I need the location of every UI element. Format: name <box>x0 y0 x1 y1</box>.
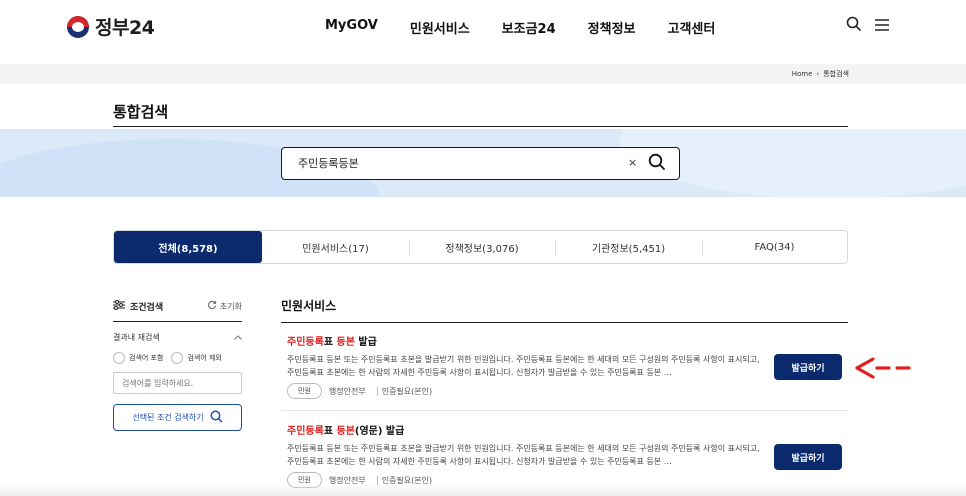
search-input[interactable] <box>298 156 598 169</box>
tab-policy-info[interactable]: 정책정보(3,076) <box>409 231 555 263</box>
result-item: 주민등록표 등본(영문) 발급 주민등록표 등본 또는 주민등록표 초본을 발급… <box>281 422 848 488</box>
divider <box>113 321 242 322</box>
reset-button[interactable]: 초기화 <box>207 300 242 312</box>
section-title: 민원서비스 <box>281 299 337 313</box>
page-title: 통합검색 <box>113 103 169 121</box>
refine-search-input[interactable] <box>113 372 242 394</box>
result-item: 주민등록표 등본 발급 주민등록표 등본 또는 주민등록표 초본을 발급받기 위… <box>281 333 848 399</box>
chevron-right-icon: › <box>816 70 820 78</box>
tab-civil-service[interactable]: 민원서비스(17) <box>262 231 409 263</box>
radio-exclude-label: 검색어 제외 <box>187 354 222 362</box>
breadcrumb-home[interactable]: Home <box>792 70 813 78</box>
reset-label: 초기화 <box>219 301 242 311</box>
nav-mygov[interactable]: MyGOV <box>325 18 378 37</box>
site-header: 정부24 MyGOV 민원서비스 보조금24 정책정보 고객센터 <box>0 0 966 56</box>
divider <box>376 386 378 396</box>
result-description: 주민등록표 등본 또는 주민등록표 초본을 발급받기 위한 민원입니다. 주민등… <box>287 444 760 466</box>
red-arrow-annotation-icon <box>853 356 915 384</box>
menu-icon[interactable] <box>874 17 890 36</box>
breadcrumb: Home › 통합검색 <box>792 69 849 79</box>
apply-filter-label: 선택된 조건 검색하기 <box>132 413 204 422</box>
issue-button[interactable]: 발급하기 <box>774 444 842 470</box>
search-button[interactable] <box>648 153 666 175</box>
radio-circle <box>113 352 125 364</box>
bottom-shadow <box>0 484 966 496</box>
logo-text: 정부24 <box>95 17 155 39</box>
search-icon <box>210 410 223 425</box>
issue-button[interactable]: 발급하기 <box>774 354 842 380</box>
search-icon <box>648 153 666 171</box>
divider <box>281 410 848 411</box>
result-title[interactable]: 주민등록표 등본(영문) 발급 <box>287 422 848 437</box>
refine-label: 결과내 재검색 <box>113 333 160 342</box>
result-auth-requirement: 인증필요(본인) <box>381 386 433 396</box>
tab-agency-info[interactable]: 기관정보(5,451) <box>555 231 702 263</box>
filter-sliders-icon <box>113 299 125 313</box>
result-tabs: 전체(8,578) 민원서비스(17) 정책정보(3,076) 기관정보(5,4… <box>113 230 848 264</box>
taegeuk-logo-icon <box>67 15 89 38</box>
category-badge: 민원 <box>287 383 322 399</box>
tab-all[interactable]: 전체(8,578) <box>114 231 262 263</box>
main-nav: MyGOV 민원서비스 보조금24 정책정보 고객센터 <box>325 18 715 37</box>
tab-faq[interactable]: FAQ(34) <box>702 231 847 263</box>
filter-title: 조건검색 <box>130 302 164 313</box>
nav-subsidy24[interactable]: 보조금24 <box>502 18 556 37</box>
radio-include-label: 검색어 포함 <box>129 354 164 362</box>
chevron-up-icon <box>234 333 242 342</box>
result-title[interactable]: 주민등록표 등본 발급 <box>287 333 848 348</box>
radio-include[interactable]: 검색어 포함 <box>113 352 163 364</box>
nav-civil-service[interactable]: 민원서비스 <box>410 18 470 37</box>
divider <box>281 322 848 323</box>
refresh-icon <box>207 300 217 312</box>
divider <box>113 126 848 127</box>
refine-section-toggle[interactable]: 결과내 재검색 <box>113 332 242 343</box>
apply-filter-button[interactable]: 선택된 조건 검색하기 <box>113 404 242 431</box>
radio-exclude[interactable]: 검색어 제외 <box>171 352 222 364</box>
nav-customer-center[interactable]: 고객센터 <box>668 18 716 37</box>
search-box: × <box>281 147 680 180</box>
clear-search-button[interactable]: × <box>628 156 637 169</box>
breadcrumb-current: 통합검색 <box>823 70 849 78</box>
filter-panel: 조건검색 초기화 결과내 재검색 검색어 포함 검색어 제외 선택된 조건 검색… <box>113 296 242 431</box>
result-description: 주민등록표 등본 또는 주민등록표 초본을 발급받기 위한 민원입니다. 주민등… <box>287 355 760 377</box>
site-logo[interactable]: 정부24 <box>67 13 155 40</box>
result-agency: 행정안전부 <box>328 386 366 396</box>
search-icon[interactable] <box>846 16 862 36</box>
radio-circle <box>171 352 184 364</box>
nav-policy-info[interactable]: 정책정보 <box>588 18 636 37</box>
breadcrumb-bar: Home › 통합검색 <box>0 64 966 84</box>
